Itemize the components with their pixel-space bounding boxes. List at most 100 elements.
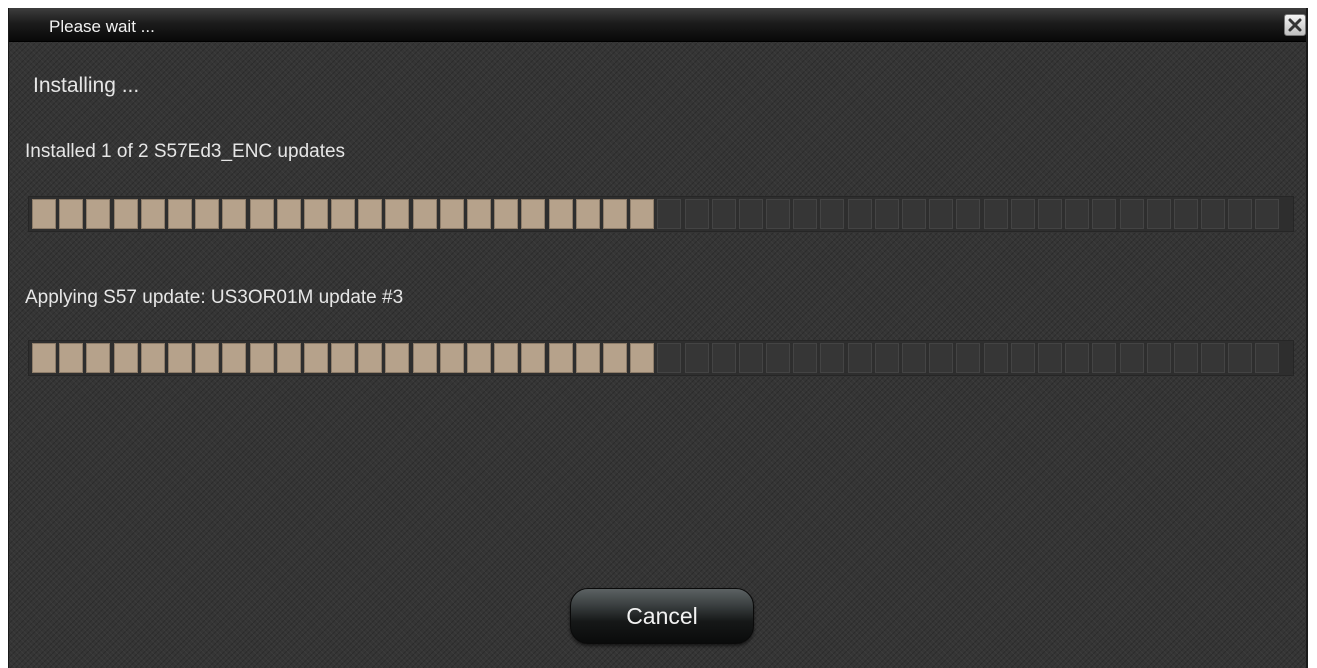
progress-segment-filled [548,199,573,229]
progress-segment-empty [1146,343,1171,373]
progress-segment-filled [439,343,464,373]
progress-segment-filled [521,199,546,229]
progress-segment-empty [711,199,736,229]
progress-segment-empty [1092,343,1117,373]
title-bar: Please wait ... [9,8,1306,42]
progress-segment-filled [575,343,600,373]
overall-progress-bar [28,196,1294,232]
overall-status-text: Installed 1 of 2 S57Ed3_ENC updates [25,141,346,162]
progress-segment-filled [249,199,274,229]
progress-segment-filled [222,343,247,373]
progress-segment-filled [32,343,56,373]
progress-segment-empty [847,199,872,229]
progress-segment-empty [929,343,954,373]
progress-segment-empty [983,343,1008,373]
progress-segment-filled [575,199,600,229]
progress-segment-empty [766,343,791,373]
progress-segment-filled [494,343,519,373]
current-update-progress-bar [28,340,1294,376]
progress-segment-empty [684,199,709,229]
progress-segment-filled [167,343,192,373]
progress-segment-empty [1119,343,1144,373]
progress-segment-empty [956,343,981,373]
progress-segment-filled [140,343,165,373]
progress-segment-filled [195,343,220,373]
progress-segment-filled [276,199,301,229]
progress-segment-filled [276,343,301,373]
progress-segment-filled [358,199,383,229]
progress-segment-filled [494,199,519,229]
progress-segment-empty [874,343,899,373]
progress-segment-empty [1173,199,1198,229]
progress-segment-filled [249,343,274,373]
progress-segment-empty [1201,199,1226,229]
progress-segment-empty [793,199,818,229]
progress-segment-empty [956,199,981,229]
window-title: Please wait ... [49,17,155,36]
cancel-button[interactable]: Cancel [570,588,754,644]
progress-segment-filled [113,343,138,373]
progress-segment-empty [766,199,791,229]
progress-segment-empty [820,343,845,373]
progress-segment-filled [602,343,627,373]
progress-segment-filled [467,343,491,373]
progress-segment-empty [657,199,682,229]
progress-segment-filled [303,343,328,373]
progress-segment-empty [1065,343,1090,373]
progress-segment-filled [86,343,111,373]
progress-segment-filled [630,343,655,373]
progress-segment-empty [1228,199,1253,229]
progress-segment-filled [195,199,220,229]
progress-segment-filled [140,199,165,229]
close-icon [1288,18,1302,32]
progress-segment-empty [657,343,682,373]
progress-segment-empty [1119,199,1144,229]
installing-heading: Installing ... [33,74,140,97]
progress-segment-filled [385,199,410,229]
progress-segment-filled [385,343,410,373]
progress-segment-empty [1037,343,1062,373]
close-button[interactable] [1284,14,1306,36]
progress-segment-empty [874,199,899,229]
progress-segment-filled [412,199,437,229]
progress-segment-filled [521,343,546,373]
progress-segment-empty [1228,343,1253,373]
progress-segment-filled [630,199,655,229]
progress-segment-empty [1010,199,1035,229]
progress-segment-empty [1092,199,1117,229]
please-wait-dialog: Please wait ... Installing ... Installed… [8,8,1308,668]
progress-segment-filled [303,199,328,229]
progress-segment-empty [1010,343,1035,373]
progress-segment-empty [929,199,954,229]
progress-segment-filled [86,199,111,229]
progress-segment-filled [222,199,247,229]
progress-segment-empty [684,343,709,373]
progress-segment-filled [59,343,84,373]
progress-segment-filled [467,199,491,229]
progress-segment-empty [1201,343,1226,373]
current-update-status-text: Applying S57 update: US3OR01M update #3 [25,287,404,308]
progress-segment-filled [167,199,192,229]
progress-segment-empty [738,199,763,229]
progress-segment-empty [738,343,763,373]
progress-segment-empty [1037,199,1062,229]
progress-segment-filled [439,199,464,229]
progress-segment-empty [1173,343,1198,373]
progress-segment-filled [602,199,627,229]
progress-segment-empty [1065,199,1090,229]
progress-segment-empty [793,343,818,373]
progress-segment-filled [331,199,356,229]
progress-segment-empty [1255,199,1280,229]
progress-segment-filled [59,199,84,229]
progress-segment-filled [412,343,437,373]
progress-segment-filled [548,343,573,373]
progress-segment-empty [902,199,926,229]
progress-segment-empty [1255,343,1280,373]
progress-segment-filled [358,343,383,373]
progress-segment-filled [113,199,138,229]
progress-segment-filled [331,343,356,373]
progress-segment-empty [1146,199,1171,229]
progress-segment-empty [902,343,926,373]
progress-segment-empty [820,199,845,229]
progress-segment-empty [983,199,1008,229]
